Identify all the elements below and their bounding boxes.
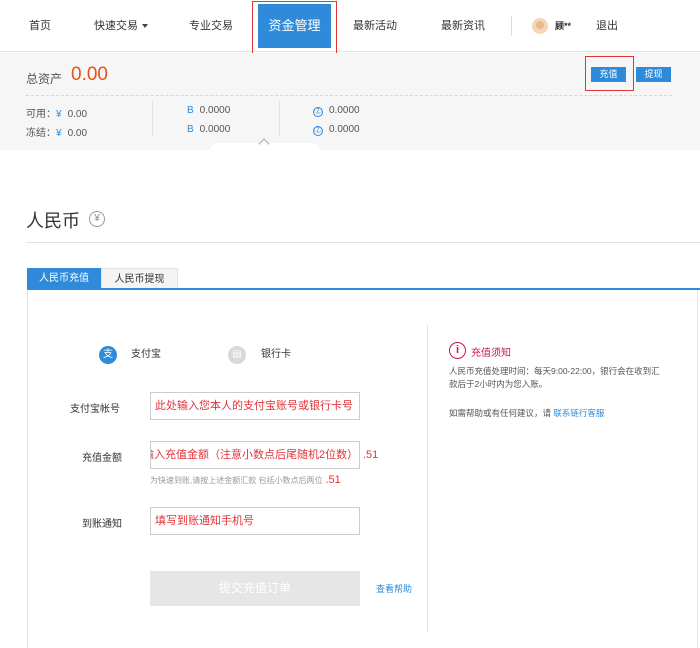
total-assets-value: 0.00: [71, 64, 108, 85]
nav-pro-trade[interactable]: 专业交易: [186, 0, 236, 52]
column-divider: [279, 101, 280, 136]
yen-circle-icon: ¥: [89, 211, 105, 227]
contact-support-link[interactable]: 联系链行客服: [553, 408, 604, 418]
amount-hint-suffix: .51: [325, 474, 341, 486]
frozen-label: 冻结：: [26, 128, 56, 139]
highlight-frame-recharge: [585, 56, 634, 91]
available-third: Ⓩ 0.0000: [313, 105, 360, 117]
withdraw-button[interactable]: 提现: [636, 67, 671, 82]
section-divider: [26, 242, 700, 243]
notify-phone-input[interactable]: [150, 507, 360, 535]
frozen-btc-value: 0.0000: [199, 124, 231, 135]
notice-help: 如需帮助或有任何建议，请 联系链行客服: [449, 407, 604, 419]
tab-cny-withdraw[interactable]: 人民币提现: [101, 268, 178, 289]
account-label: 支付宝帐号: [70, 404, 120, 415]
asset-divider: [26, 95, 672, 96]
available-cny: 可用：¥ 0.00: [26, 105, 87, 120]
frozen-cny: 冻结：¥ 0.00: [26, 124, 87, 139]
amount-decimal-suffix: .51: [363, 449, 379, 461]
avatar[interactable]: [532, 18, 548, 34]
chevron-down-icon: [142, 24, 148, 29]
deposit-card: [27, 290, 698, 648]
column-divider: [152, 101, 153, 136]
payment-option-alipay[interactable]: 支付宝: [131, 346, 161, 364]
info-icon: i: [449, 342, 466, 359]
page-title: 人民币: [26, 211, 80, 231]
bitcoin-icon: B: [187, 124, 194, 135]
amount-label: 充值金额: [82, 453, 122, 464]
account-input[interactable]: [150, 392, 360, 420]
bank-card-icon[interactable]: ▤: [228, 346, 246, 364]
nav-quick-trade[interactable]: 快速交易: [90, 0, 152, 52]
frozen-third: Ⓩ 0.0000: [313, 124, 360, 136]
nav-divider: [511, 16, 512, 36]
nav-home[interactable]: 首页: [22, 0, 58, 52]
available-btc: B 0.0000: [187, 105, 230, 116]
total-assets-label: 总资产: [26, 72, 63, 86]
yen-icon: ¥: [56, 109, 62, 120]
notice-title: 充值须知: [471, 348, 511, 359]
notify-label: 到账通知: [82, 519, 122, 530]
amount-input[interactable]: [150, 441, 360, 469]
available-btc-value: 0.0000: [199, 105, 231, 116]
frozen-third-value: 0.0000: [329, 124, 360, 135]
nav-quick-trade-label: 快速交易: [94, 20, 138, 32]
payment-option-bank-card[interactable]: 银行卡: [261, 346, 291, 364]
yen-icon: ¥: [56, 128, 62, 139]
notice-text: 人民币充值处理时间：每天9:00-22:00，银行会在收到汇款后于2小时内为您入…: [449, 366, 660, 389]
card-divider: [427, 325, 428, 632]
available-label: 可用：: [26, 109, 56, 120]
coin-icon: Ⓩ: [313, 107, 323, 117]
bitcoin-icon: B: [187, 105, 194, 116]
amount-hint-text: 为快速到账,请按上述金额汇款 包括小数点后两位: [150, 476, 323, 485]
notice-help-text: 如需帮助或有任何建议，请: [449, 408, 552, 418]
username[interactable]: 顾**: [555, 0, 571, 52]
top-nav: 首页 快速交易 专业交易 最新活动 最新资讯 顾** 退出: [0, 0, 700, 52]
alipay-icon[interactable]: 支: [99, 346, 117, 364]
logout-link[interactable]: 退出: [596, 0, 618, 52]
amount-hint: 为快速到账,请按上述金额汇款 包括小数点后两位 .51: [150, 474, 341, 486]
nav-activity[interactable]: 最新活动: [350, 0, 400, 52]
available-cny-value: 0.00: [67, 109, 88, 120]
frozen-cny-value: 0.00: [67, 128, 88, 139]
coin-icon: Ⓩ: [313, 126, 323, 136]
available-third-value: 0.0000: [329, 105, 360, 116]
tab-cny-deposit[interactable]: 人民币充值: [27, 268, 101, 289]
nav-news[interactable]: 最新资讯: [438, 0, 488, 52]
help-link[interactable]: 查看帮助: [376, 582, 412, 595]
highlight-frame-nav: [252, 1, 337, 54]
frozen-btc: B 0.0000: [187, 124, 230, 135]
submit-order-button[interactable]: 提交充值订单: [150, 571, 360, 606]
